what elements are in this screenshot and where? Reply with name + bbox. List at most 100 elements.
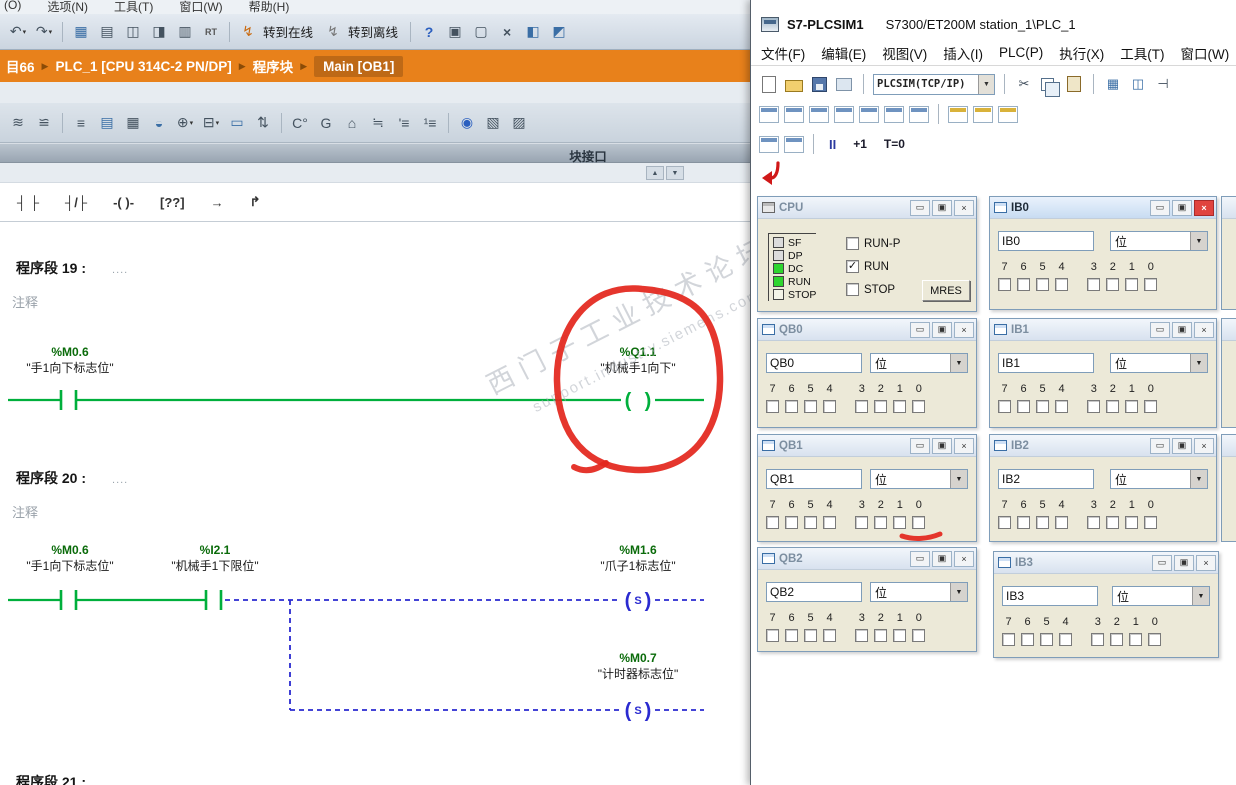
format-select[interactable]: 位 ▼ [1110, 231, 1208, 251]
bit-checkbox-4[interactable] [823, 629, 836, 642]
go-online-icon[interactable]: ↯ [236, 20, 260, 44]
bit-checkbox-1[interactable] [1129, 633, 1143, 646]
empty-box-icon[interactable]: [??] [153, 190, 192, 215]
dropdown-arrow-icon[interactable]: ▼ [1192, 587, 1209, 605]
address-input[interactable] [766, 582, 862, 602]
operand-name[interactable]: "机械手1下限位" [171, 558, 258, 573]
run-p-checkbox[interactable] [846, 237, 859, 250]
operand-name[interactable]: "爪子1标志位" [600, 558, 675, 573]
menu-help[interactable]: 帮助(H) [249, 0, 290, 14]
bit-checkbox-1[interactable] [893, 400, 907, 413]
toolbar-icon[interactable]: ≌ [32, 111, 56, 135]
bit-checkbox-1[interactable] [1125, 400, 1139, 413]
open-branch-icon[interactable]: → [204, 190, 231, 215]
close-button[interactable]: × [1194, 321, 1214, 338]
toolbar-icon[interactable]: ▤ [95, 20, 119, 44]
address-input[interactable] [998, 231, 1094, 251]
bit-checkbox-6[interactable] [1017, 400, 1030, 413]
menu-options[interactable]: 选项(N) [47, 0, 88, 14]
library-icon[interactable]: ▦ [69, 20, 93, 44]
close-button[interactable]: × [954, 199, 974, 216]
maximize-button[interactable]: ▣ [1172, 199, 1192, 216]
bit-checkbox-6[interactable] [785, 516, 798, 529]
bit-checkbox-2[interactable] [874, 400, 888, 413]
menu-fragment[interactable]: (O) [4, 0, 21, 12]
dropdown-arrow-icon[interactable]: ▼ [950, 354, 967, 372]
window-titlebar[interactable]: QB1 ▭ ▣ × [758, 435, 976, 457]
bit-checkbox-4[interactable] [823, 516, 836, 529]
address-input[interactable] [998, 469, 1094, 489]
bit-checkbox-5[interactable] [1036, 400, 1049, 413]
network-20-rung[interactable]: ( S ) ( S ) %M0.6 "手1向下标志位" %I2.1 "机械手1下… [0, 538, 750, 753]
bit-checkbox-0[interactable] [912, 400, 926, 413]
maximize-button[interactable]: ▣ [1172, 437, 1192, 454]
bit-checkbox-0[interactable] [1144, 400, 1158, 413]
format-select[interactable]: 位 ▼ [870, 353, 968, 373]
bit-checkbox-4[interactable] [1055, 400, 1068, 413]
toolbar-icon[interactable]: ▧ [481, 111, 505, 135]
format-select[interactable]: 位 ▼ [870, 469, 968, 489]
clipped-window[interactable] [1221, 196, 1236, 310]
run-checkbox[interactable]: ✓ [846, 260, 859, 273]
toolbar-icon[interactable]: ▢ [469, 20, 493, 44]
format-select[interactable]: 位 ▼ [1110, 469, 1208, 489]
bit-checkbox-1[interactable] [1125, 278, 1139, 291]
insert-network-icon[interactable]: ▤ [95, 111, 119, 135]
bit-checkbox-1[interactable] [1125, 516, 1139, 529]
window-titlebar[interactable]: QB0 ▭ ▣ × [758, 319, 976, 341]
toolbar-icon[interactable]: ≡ [69, 111, 93, 135]
minimize-button[interactable]: ▭ [910, 437, 930, 454]
network-19-comment[interactable]: 注释 [12, 292, 38, 311]
operand-address[interactable]: %I2.1 [200, 543, 231, 557]
bit-checkbox-6[interactable] [1017, 278, 1030, 291]
bit-checkbox-0[interactable] [912, 629, 926, 642]
toolbar-icon[interactable]: ◨ [147, 20, 171, 44]
bit-checkbox-5[interactable] [804, 516, 817, 529]
bit-checkbox-7[interactable] [998, 400, 1011, 413]
format-select[interactable]: 位 ▼ [870, 582, 968, 602]
bit-checkbox-2[interactable] [1106, 400, 1120, 413]
toolbar-icon[interactable]: ⇅ [251, 111, 275, 135]
window-titlebar[interactable]: CPU ▭ ▣ × [758, 197, 976, 219]
window-titlebar[interactable]: IB3 ▭ ▣ × [994, 552, 1218, 574]
window-titlebar[interactable]: IB0 ▭ ▣ × [990, 197, 1216, 219]
operand-name[interactable]: "手1向下标志位" [26, 558, 113, 573]
bit-checkbox-5[interactable] [1036, 278, 1049, 291]
operand-name[interactable]: "计时器标志位" [598, 666, 679, 681]
breadcrumb-root[interactable]: 目66 [6, 56, 35, 76]
address-input[interactable] [766, 469, 862, 489]
network-21-title[interactable]: 程序段 21 : [16, 772, 86, 785]
toolbar-icon[interactable]: G [314, 111, 338, 135]
bit-checkbox-3[interactable] [855, 629, 869, 642]
maximize-button[interactable]: ▣ [932, 550, 952, 567]
help-icon[interactable]: ? [417, 20, 441, 44]
operand-name[interactable]: "机械手1向下" [600, 360, 675, 375]
bit-checkbox-4[interactable] [823, 400, 836, 413]
network-20-title[interactable]: 程序段 20 : .... [16, 468, 128, 488]
breadcrumb-program-blocks[interactable]: 程序块 [253, 56, 294, 76]
toolbar-icon[interactable]: ≋ [6, 111, 30, 135]
contact-no-icon[interactable]: ┤ ├ [10, 190, 46, 215]
close-button[interactable]: × [954, 437, 974, 454]
network-20-comment[interactable]: 注释 [12, 502, 38, 521]
bit-checkbox-0[interactable] [912, 516, 926, 529]
address-input[interactable] [998, 353, 1094, 373]
dropdown-arrow-icon[interactable]: ▼ [950, 470, 967, 488]
operand-address[interactable]: %Q1.1 [620, 345, 657, 359]
bit-checkbox-5[interactable] [804, 629, 817, 642]
bit-checkbox-3[interactable] [1087, 400, 1101, 413]
bit-checkbox-6[interactable] [785, 400, 798, 413]
dropdown-arrow-icon[interactable]: ▼ [950, 583, 967, 601]
network-19-rung[interactable]: ( ) %M0.6 "手1向下标志位" %Q1.1 "机械手1向下" [0, 328, 750, 428]
bit-checkbox-5[interactable] [1036, 516, 1049, 529]
stop-checkbox[interactable] [846, 283, 859, 296]
bit-checkbox-4[interactable] [1055, 278, 1068, 291]
toolbar-icon[interactable]: C° [288, 111, 312, 135]
maximize-button[interactable]: ▣ [1174, 554, 1194, 571]
bit-checkbox-7[interactable] [1002, 633, 1015, 646]
toolbar-icon[interactable]: ▨ [507, 111, 531, 135]
maximize-button[interactable]: ▣ [1172, 321, 1192, 338]
redo-icon[interactable]: ↷ ▾ [32, 20, 56, 44]
collapse-up-icon[interactable]: ▲ [646, 166, 664, 180]
maximize-button[interactable]: ▣ [932, 321, 952, 338]
